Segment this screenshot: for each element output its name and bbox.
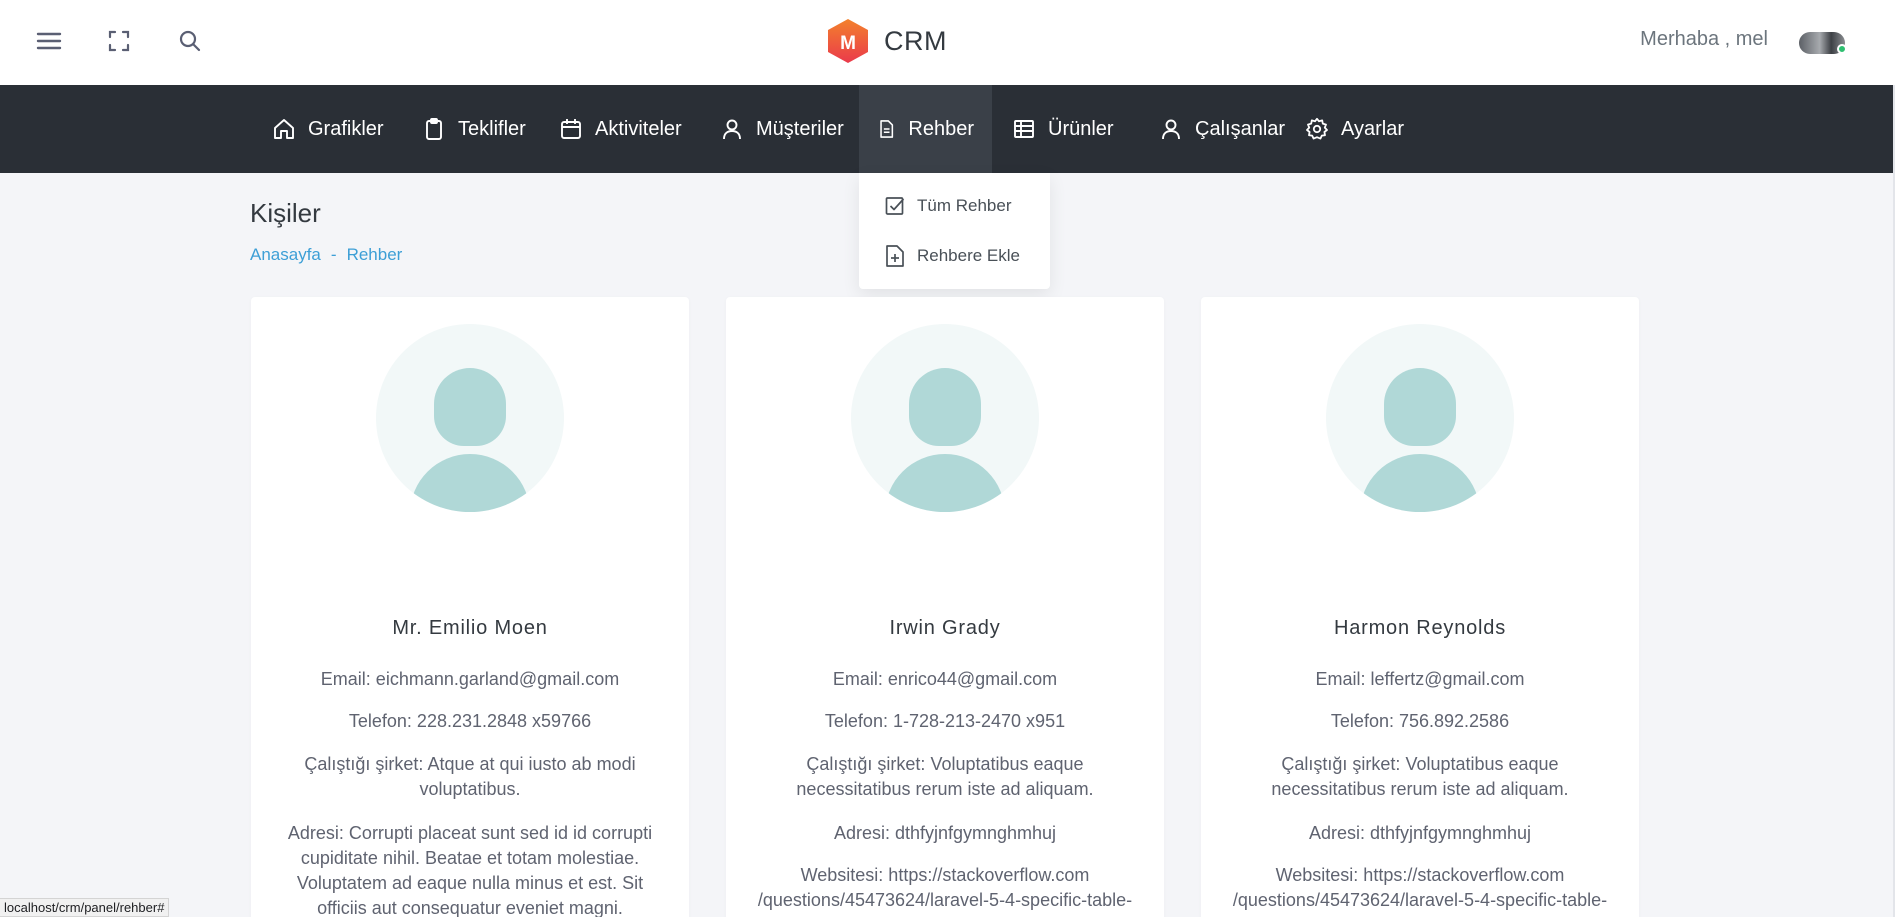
contact-email: Email: eichmann.garland@gmail.com — [320, 669, 620, 689]
contact-phone: Telefon: 756.892.2586 — [1330, 711, 1510, 731]
avatar-placeholder-icon — [1326, 324, 1514, 512]
contact-card: Irwin Grady Email: enrico44@gmail.com Te… — [726, 297, 1164, 917]
contact-website[interactable]: Websitesi: https://stackoverflow.com /qu… — [1221, 863, 1619, 913]
contact-company: Çalıştığı şirket: Voluptatibus eaque nec… — [796, 754, 1094, 799]
nav-item-grafikler[interactable]: Grafikler — [254, 85, 402, 173]
nav-label: Rehber — [908, 117, 974, 140]
nav-label: Aktiviteler — [595, 117, 682, 140]
nav-item-aktiviteler[interactable]: Aktiviteler — [541, 85, 700, 173]
fullscreen-icon[interactable] — [104, 26, 134, 56]
rehber-dropdown-menu: Tüm Rehber Rehbere Ekle — [859, 173, 1050, 289]
online-status-dot — [1837, 44, 1847, 54]
contact-address: Adresi: Corrupti placeat sunt sed id id … — [287, 823, 653, 917]
nav-item-teklifler[interactable]: Teklifler — [404, 85, 544, 173]
contact-address: Adresi: dthfyjnfgymnghmhuj — [1308, 823, 1532, 843]
nav-item-calisanlar[interactable]: Çalışanlar — [1141, 85, 1303, 173]
breadcrumb-home-link[interactable]: Anasayfa — [250, 245, 321, 265]
contact-name: Harmon Reynolds — [1333, 617, 1507, 639]
nav-label: Çalışanlar — [1195, 117, 1286, 140]
brand-logo-icon: M — [828, 19, 868, 63]
clipboard-icon — [426, 118, 442, 140]
contact-company: Çalıştığı şirket: Atque at qui iusto ab … — [304, 754, 636, 799]
breadcrumb-current[interactable]: Rehber — [347, 245, 403, 265]
home-icon — [274, 119, 294, 139]
menu-icon[interactable] — [34, 26, 64, 56]
brand-name: CRM — [884, 25, 947, 56]
contact-name: Irwin Grady — [889, 617, 1001, 639]
contact-phone: Telefon: 1-728-213-2470 x951 — [824, 711, 1066, 731]
top-header: M CRM Merhaba , mel — [0, 0, 1895, 85]
search-icon[interactable] — [175, 26, 205, 56]
page-title: Kişiler — [250, 198, 321, 228]
user-icon — [723, 119, 741, 140]
contact-email: Email: leffertz@gmail.com — [1315, 669, 1525, 689]
contact-phone: Telefon: 228.231.2848 x59766 — [348, 711, 592, 731]
nav-item-urunler[interactable]: Ürünler — [994, 85, 1132, 173]
dropdown-item-rehbere-ekle[interactable]: Rehbere Ekle — [885, 245, 1020, 267]
contact-address: Adresi: dthfyjnfgymnghmhuj — [833, 823, 1057, 843]
breadcrumb-separator: - — [330, 245, 337, 264]
nav-label: Grafikler — [308, 117, 384, 140]
nav-label: Ayarlar — [1341, 117, 1404, 140]
contact-card: Mr. Emilio Moen Email: eichmann.garland@… — [251, 297, 689, 917]
nav-label: Ürünler — [1048, 117, 1114, 140]
nav-item-rehber[interactable]: Rehber — [859, 85, 992, 173]
user-icon — [1162, 119, 1180, 140]
nav-item-musteriler[interactable]: Müşteriler — [702, 85, 862, 173]
nav-label: Müşteriler — [756, 117, 844, 140]
contact-card: Harmon Reynolds Email: leffertz@gmail.co… — [1201, 297, 1639, 917]
dropdown-item-tum-rehber[interactable]: Tüm Rehber — [885, 195, 1011, 217]
contact-company: Çalıştığı şirket: Voluptatibus eaque nec… — [1271, 754, 1569, 799]
gear-icon — [1306, 117, 1328, 140]
contact-website[interactable]: Websitesi: https://stackoverflow.com /qu… — [746, 863, 1144, 913]
nav-item-ayarlar[interactable]: Ayarlar — [1287, 85, 1422, 173]
contact-email: Email: enrico44@gmail.com — [832, 669, 1058, 689]
user-greeting[interactable]: Merhaba , mel — [1640, 28, 1768, 51]
table-icon — [1014, 120, 1034, 138]
calendar-icon — [561, 119, 581, 139]
main-navbar: Grafikler Teklifler Aktiviteler Müşteril… — [0, 85, 1895, 173]
brand[interactable]: M CRM — [826, 18, 947, 64]
document-icon — [880, 120, 894, 138]
avatar-placeholder-icon — [376, 324, 564, 512]
brand-letter: M — [840, 33, 856, 54]
breadcrumb: Anasayfa - Rehber — [250, 245, 402, 265]
nav-label: Teklifler — [458, 117, 526, 140]
dropdown-label: Rehbere Ekle — [917, 246, 1021, 265]
browser-status-url: localhost/crm/panel/rehber# — [0, 898, 170, 917]
avatar-placeholder-icon — [851, 324, 1039, 512]
dropdown-label: Tüm Rehber — [917, 196, 1012, 215]
contact-name: Mr. Emilio Moen — [392, 617, 548, 639]
checkbox-icon — [885, 197, 905, 215]
file-plus-icon — [886, 245, 904, 267]
